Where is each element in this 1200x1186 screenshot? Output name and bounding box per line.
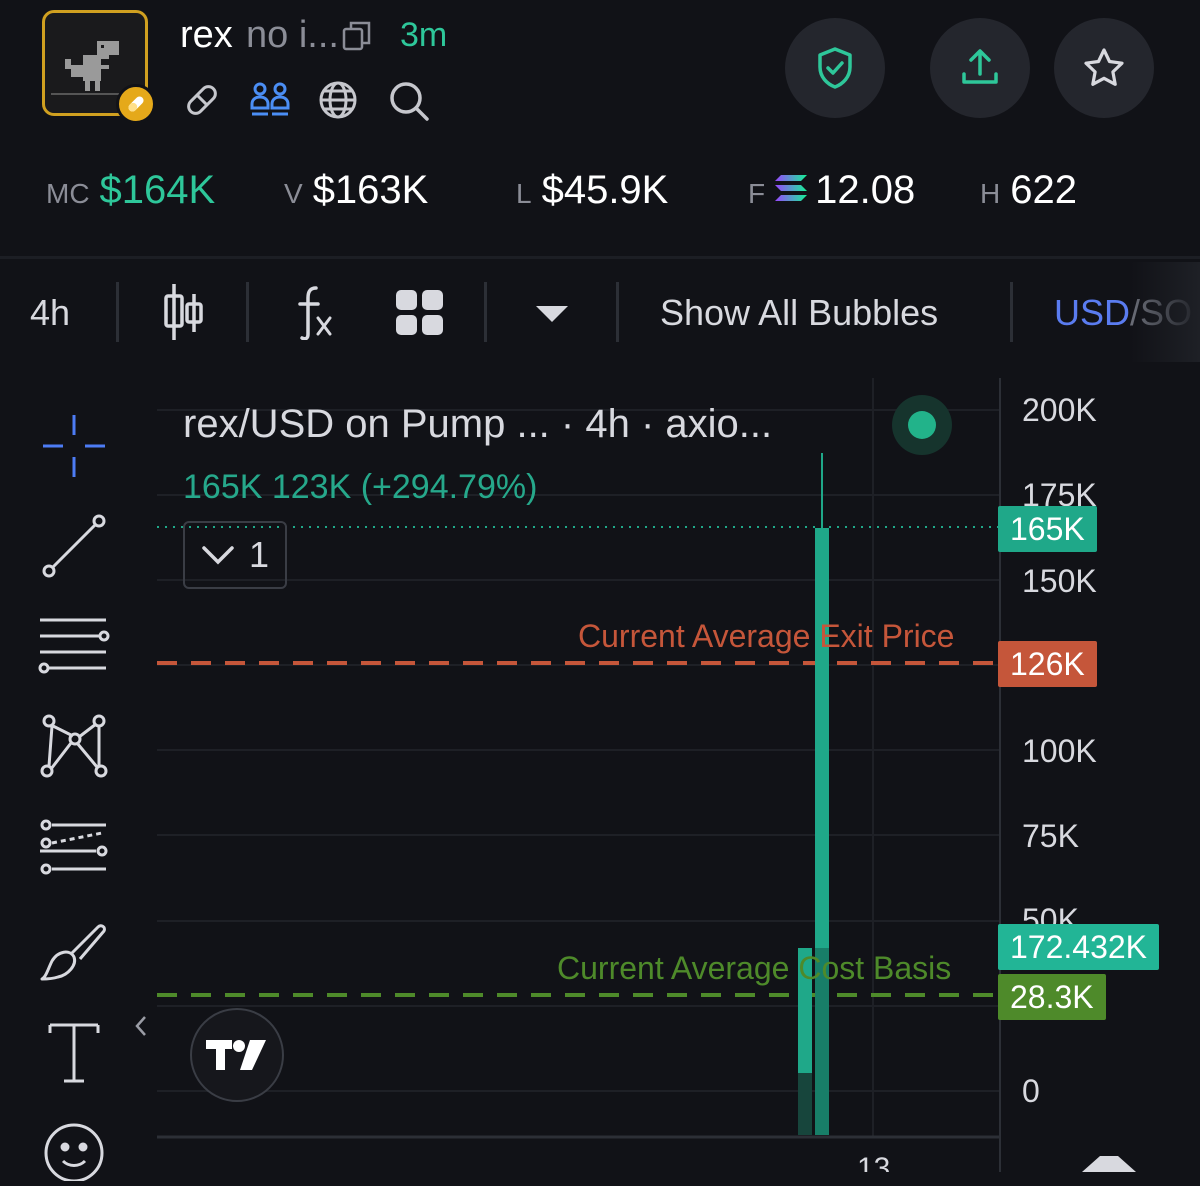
avg-cost-label: Current Average Cost Basis: [557, 950, 952, 986]
legend-toggle-button[interactable]: 1: [183, 521, 287, 589]
stat-liquidity: L $45.9K: [516, 168, 669, 212]
pump-link-icon[interactable]: [182, 80, 222, 125]
trend-line-tool[interactable]: [36, 508, 112, 584]
price-axis-label: 200K: [1022, 392, 1097, 428]
indicators-icon[interactable]: [294, 284, 336, 345]
toolbar-separator: [116, 282, 119, 342]
text-icon: [48, 1023, 100, 1083]
smiley-icon: [44, 1123, 104, 1181]
upload-icon: [962, 49, 998, 84]
horizontal-lines-icon: [38, 618, 110, 674]
tradingview-icon: [206, 1040, 266, 1070]
star-icon: [1084, 48, 1124, 86]
stat-fees: F 12.08: [748, 168, 916, 212]
avg-exit-label: Current Average Exit Price: [578, 618, 955, 654]
stat-market-cap: MC $164K: [46, 168, 216, 212]
dropdown-caret-icon[interactable]: [534, 304, 570, 329]
brush-tool[interactable]: [36, 914, 112, 990]
token-avatar[interactable]: [42, 10, 156, 124]
price-axis-label: 0: [1022, 1073, 1040, 1109]
toolbar-separator: [246, 282, 249, 342]
text-tool[interactable]: [36, 1014, 112, 1090]
pattern-tool[interactable]: [36, 708, 112, 784]
community-icon[interactable]: [250, 80, 290, 125]
price-axis-label: 150K: [1022, 563, 1097, 599]
copy-icon[interactable]: [342, 20, 372, 57]
security-button[interactable]: [785, 18, 885, 118]
toolbar-separator: [616, 282, 619, 342]
collapse-toolbar-icon[interactable]: [134, 1014, 148, 1043]
chart-legend-values: 165K 123K (+294.79%): [183, 468, 538, 506]
candle-type-icon[interactable]: [162, 282, 204, 347]
scroll-marker-icon: [1082, 1156, 1136, 1172]
layout-grid-icon[interactable]: [396, 290, 444, 341]
shield-check-icon: [818, 47, 852, 89]
toolbar-separator: [484, 282, 487, 342]
search-icon[interactable]: [388, 80, 430, 127]
interval-selector[interactable]: 4h: [30, 292, 70, 334]
header-divider: [0, 256, 1200, 259]
stat-volume: V $163K: [284, 168, 429, 212]
avg-cost-price-tag: 28.3K: [998, 974, 1106, 1020]
share-button[interactable]: [930, 18, 1030, 118]
favorite-button[interactable]: [1054, 18, 1154, 118]
chevron-down-icon: [202, 546, 234, 565]
token-symbol: rex: [180, 14, 233, 56]
toolbar-separator: [1010, 282, 1013, 342]
tradingview-logo[interactable]: [190, 1008, 284, 1102]
globe-icon[interactable]: [318, 80, 358, 125]
avg-exit-price-tag: 126K: [998, 641, 1097, 687]
forecast-tool[interactable]: [36, 812, 112, 888]
stat-holders: H 622: [980, 168, 1077, 212]
market-status-indicator: [892, 395, 952, 455]
volume-bar: [798, 1073, 812, 1135]
time-axis-label: 13: [857, 1152, 890, 1172]
price-axis-label: 75K: [1022, 818, 1079, 854]
forecast-lines-icon: [40, 819, 108, 875]
token-name: no i...: [246, 14, 339, 56]
crosshair-tool[interactable]: [36, 408, 112, 484]
market-price-tag: 172.432K: [998, 924, 1160, 970]
brush-icon: [40, 924, 106, 981]
pill-icon: [116, 84, 156, 124]
price-axis-label: 100K: [1022, 733, 1097, 769]
trend-line-icon: [42, 514, 106, 578]
chart-toolbar: 4h Show All Bubbles USD/SO: [0, 262, 1200, 362]
pattern-icon: [40, 714, 108, 778]
show-all-bubbles-button[interactable]: Show All Bubbles: [660, 292, 938, 334]
chart-legend-title: rex/USD on Pump ... · 4h · axio...: [183, 402, 773, 446]
last-price-tag: 165K: [998, 506, 1097, 552]
toolbar-fade: [1130, 262, 1200, 362]
token-age: 3m: [400, 16, 448, 54]
emoji-tool[interactable]: [36, 1110, 112, 1186]
solana-icon: [775, 174, 808, 206]
crosshair-icon: [43, 415, 105, 477]
fib-tool[interactable]: [36, 608, 112, 684]
